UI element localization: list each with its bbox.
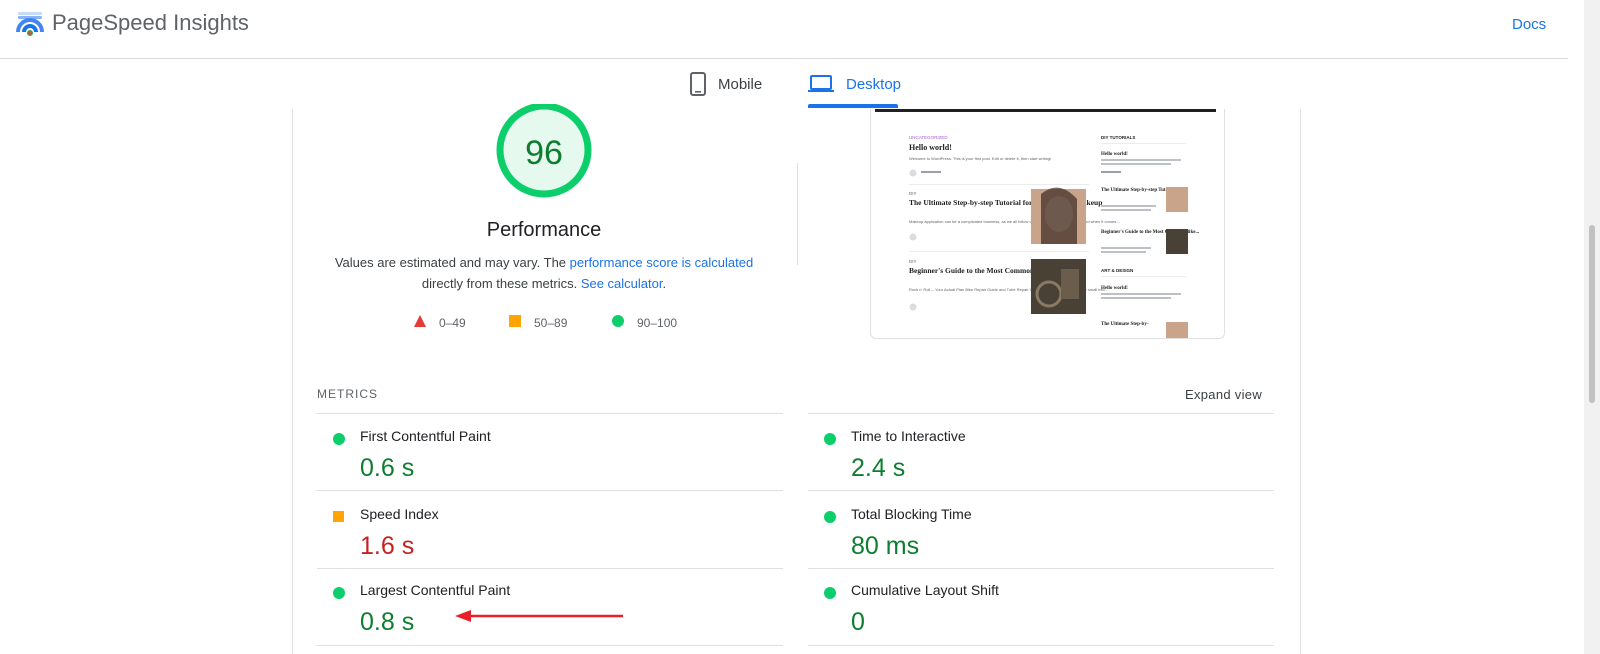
legend-poor-label: 0–49	[439, 315, 466, 330]
laptop-icon	[808, 74, 834, 94]
tab-mobile[interactable]: Mobile	[690, 59, 762, 109]
metric-name: Largest Contentful Paint	[360, 582, 511, 598]
metric-value: 1.6 s	[360, 532, 415, 560]
app-header: PageSpeed Insights Docs	[0, 0, 1568, 59]
metric-cumulative-layout-shift: Cumulative Layout Shift 0	[808, 572, 1248, 649]
green-circle-icon	[333, 433, 345, 445]
desc-middle: directly from these metrics.	[421, 276, 581, 291]
shot-category-1: UNCATEGORIZED	[909, 135, 948, 140]
green-circle-icon	[824, 587, 836, 599]
metrics-divider	[317, 568, 783, 569]
scrollbar-thumb[interactable]	[1589, 225, 1595, 403]
shot-post1-title: Hello world!	[909, 143, 952, 152]
metrics-divider	[808, 413, 1274, 414]
green-circle-icon	[824, 433, 836, 445]
metric-speed-index: Speed Index 1.6 s	[317, 496, 757, 573]
pagespeed-logo-icon	[16, 12, 44, 36]
green-circle-icon	[333, 587, 345, 599]
performance-score-link[interactable]: performance score is calculated	[570, 255, 754, 270]
green-circle-icon	[612, 315, 624, 330]
orange-square-icon	[509, 315, 521, 330]
metrics-divider	[317, 645, 783, 646]
metrics-divider	[317, 490, 783, 491]
metric-value: 0.8 s	[360, 608, 415, 636]
desc-suffix: .	[662, 276, 667, 291]
metrics-section-label: METRICS	[317, 387, 378, 401]
vertical-divider	[797, 163, 798, 265]
legend-average: 50–89	[509, 315, 567, 330]
performance-title: Performance	[486, 219, 602, 241]
tab-mobile-label: Mobile	[718, 75, 763, 93]
shot-post1-excerpt: Welcome to WordPress. This is your first…	[909, 156, 1051, 161]
metric-value: 0	[851, 608, 865, 636]
shot-side5-title: The Ultimate Step-by-	[1101, 322, 1149, 327]
metric-time-to-interactive: Time to Interactive 2.4 s	[808, 418, 1248, 495]
legend-good-label: 90–100	[637, 315, 678, 330]
orange-square-icon	[333, 511, 344, 522]
page-screenshot: UNCATEGORIZED Hello world! Welcome to Wo…	[870, 109, 1225, 339]
tab-desktop[interactable]: Desktop	[808, 59, 901, 109]
metric-value: 0.6 s	[360, 454, 415, 482]
shot-side4-title: Hello world!	[1101, 286, 1128, 291]
metric-value: 2.4 s	[851, 454, 906, 482]
metrics-divider	[808, 645, 1274, 646]
shot-side-heading: DIY TUTORIALS	[1101, 135, 1135, 140]
see-calculator-link[interactable]: See calculator	[581, 276, 663, 291]
legend-good: 90–100	[612, 315, 677, 330]
metric-first-contentful-paint: First Contentful Paint 0.6 s	[317, 418, 757, 495]
metric-name: First Contentful Paint	[360, 428, 491, 444]
app-title: PageSpeed Insights	[52, 10, 249, 35]
metric-name: Cumulative Layout Shift	[851, 582, 999, 598]
metrics-divider	[808, 568, 1274, 569]
device-tabs: Mobile Desktop	[0, 59, 1568, 109]
performance-description: Values are estimated and may vary. The p…	[330, 252, 758, 294]
active-tab-indicator	[808, 104, 898, 108]
desc-prefix: Values are estimated and may vary. The	[334, 255, 570, 270]
annotation-arrow-icon	[455, 610, 623, 622]
docs-link[interactable]: Docs	[1512, 16, 1546, 33]
phone-icon	[690, 72, 706, 96]
expand-view-button[interactable]: Expand view	[1185, 387, 1262, 402]
legend-average-label: 50–89	[534, 315, 568, 330]
red-triangle-icon	[414, 315, 426, 330]
screenshot-content: UNCATEGORIZED Hello world! Welcome to Wo…	[909, 135, 1200, 338]
shot-side1-title: Hello world!	[1101, 152, 1128, 157]
shot-category-3: DIY	[909, 259, 917, 264]
metrics-divider	[808, 490, 1274, 491]
tab-desktop-label: Desktop	[846, 75, 902, 93]
metric-name: Total Blocking Time	[851, 506, 972, 522]
metrics-divider	[317, 413, 783, 414]
metric-value: 80 ms	[851, 532, 920, 560]
legend-poor: 0–49	[414, 315, 466, 330]
shot-side-heading-2: ART & DESIGN	[1101, 268, 1133, 273]
shot-post2-excerpt: Makeup application can be a complicated …	[909, 219, 1120, 224]
green-circle-icon	[824, 511, 836, 523]
shot-category-2: DIY	[909, 191, 917, 196]
metric-name: Speed Index	[360, 506, 439, 522]
metric-name: Time to Interactive	[851, 428, 966, 444]
performance-score: 96	[525, 134, 563, 172]
metric-total-blocking-time: Total Blocking Time 80 ms	[808, 496, 1248, 573]
